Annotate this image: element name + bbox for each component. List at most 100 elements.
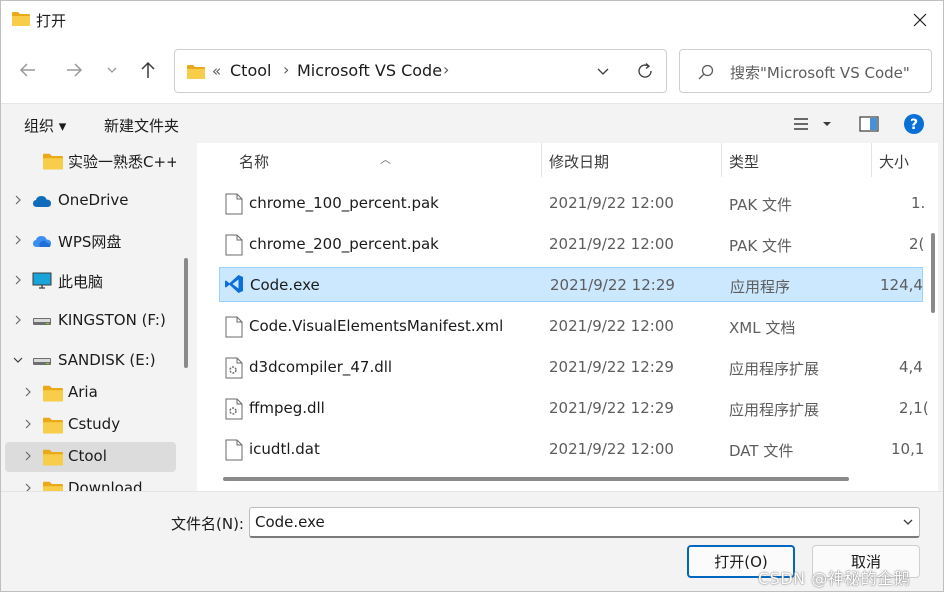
file-name: chrome_100_percent.pak <box>249 194 439 212</box>
help-icon: ? <box>904 114 924 134</box>
nav-item-experiment[interactable]: 实验一熟悉C++编程环境 <box>5 146 176 176</box>
file-size: 124,4 <box>880 276 923 294</box>
nav-item-ctool[interactable]: Ctool <box>5 442 176 472</box>
nav-scrollbar[interactable] <box>184 258 188 368</box>
file-type: 应用程序 <box>730 278 791 296</box>
file-type: PAK 文件 <box>729 237 792 255</box>
breadcrumb-ctool[interactable]: Ctool <box>230 61 271 80</box>
nav-item-onedrive[interactable]: OneDrive <box>5 186 176 216</box>
file-row[interactable]: ffmpeg.dll 2021/9/22 12:29 应用程序扩展 2,1( <box>219 391 929 426</box>
nav-item-this-pc[interactable]: 此电脑 <box>5 266 176 296</box>
file-row[interactable]: chrome_200_percent.pak 2021/9/22 12:00 P… <box>219 227 925 262</box>
close-icon <box>913 13 927 27</box>
dialog-footer: 文件名(N): 打开(O) 取消 CSDN @神秘的企鹅 <box>1 491 943 591</box>
file-list: 名称 ︿ 修改日期 类型 大小 chrome_100_percent.pak 2… <box>197 143 938 491</box>
nav-label: WPS网盘 <box>58 233 122 251</box>
address-history-dropdown[interactable] <box>591 61 615 81</box>
breadcrumb-vscode[interactable]: Microsoft VS Code <box>297 61 442 80</box>
computer-icon <box>32 272 52 289</box>
file-name: Code.exe <box>250 276 320 294</box>
cloud-icon <box>33 196 51 207</box>
file-type: 应用程序扩展 <box>729 360 820 378</box>
sort-ascending-icon: ︿ <box>380 153 391 166</box>
chevron-down-icon[interactable] <box>11 353 25 367</box>
refresh-button[interactable] <box>633 59 657 83</box>
nav-item-aria[interactable]: Aria <box>5 378 176 408</box>
file-date: 2021/9/22 12:00 <box>549 440 674 458</box>
search-box[interactable]: 搜索"Microsoft VS Code" <box>679 49 932 93</box>
file-list-vertical-scrollbar[interactable] <box>931 233 935 313</box>
organize-menu[interactable]: 组织 ▾ <box>24 115 66 136</box>
file-size: 2( <box>909 235 925 253</box>
chevron-right-icon[interactable] <box>11 193 25 207</box>
column-header-name[interactable]: 名称 ︿ <box>197 143 541 177</box>
column-header-size[interactable]: 大小 <box>872 143 938 177</box>
drive-icon <box>33 358 51 365</box>
arrow-right-icon <box>67 63 83 77</box>
file-row[interactable]: d3dcompiler_47.dll 2021/9/22 12:29 应用程序扩… <box>219 350 923 385</box>
nav-item-download[interactable]: Download <box>5 474 176 491</box>
view-dropdown[interactable] <box>815 113 839 135</box>
chevron-right-icon[interactable] <box>21 481 35 491</box>
nav-item-sandisk[interactable]: SANDISK (E:) <box>5 346 176 376</box>
filename-input[interactable] <box>249 507 920 538</box>
breadcrumb-separator[interactable]: › <box>283 60 289 79</box>
nav-label: 此电脑 <box>58 273 104 291</box>
chevron-right-icon[interactable] <box>11 313 25 327</box>
vscode-icon <box>225 275 243 293</box>
list-view-icon <box>794 118 808 130</box>
folder-icon <box>43 385 63 402</box>
back-button[interactable] <box>16 58 40 82</box>
breadcrumb-overflow[interactable]: « <box>212 62 221 80</box>
file-list-horizontal-scrollbar[interactable] <box>223 477 849 481</box>
folder-icon <box>43 153 63 170</box>
nav-label: KINGSTON (F:) <box>58 311 166 329</box>
nav-item-cstudy[interactable]: Cstudy <box>5 410 176 440</box>
nav-item-wps[interactable]: WPS网盘 <box>5 226 176 256</box>
file-date: 2021/9/22 12:29 <box>550 276 675 294</box>
address-bar[interactable]: « Ctool › Microsoft VS Code › <box>174 49 667 93</box>
file-name: ffmpeg.dll <box>249 399 325 417</box>
column-header-type[interactable]: 类型 <box>722 143 871 177</box>
close-button[interactable] <box>897 1 943 39</box>
address-row: « Ctool › Microsoft VS Code › 搜索"Microso… <box>1 39 943 103</box>
breadcrumb-separator[interactable]: › <box>443 60 449 79</box>
preview-pane-button[interactable] <box>857 113 881 135</box>
chevron-right-icon[interactable] <box>11 233 25 247</box>
view-options-button[interactable] <box>789 113 813 135</box>
file-size: 4,4 <box>899 358 923 376</box>
chevron-right-icon[interactable] <box>21 385 35 399</box>
search-placeholder: 搜索"Microsoft VS Code" <box>730 64 910 82</box>
chevron-right-icon[interactable] <box>11 273 25 287</box>
nav-item-kingston[interactable]: KINGSTON (F:) <box>5 306 176 336</box>
column-header-date[interactable]: 修改日期 <box>542 143 721 177</box>
command-bar: 组织 ▾ 新建文件夹 ? <box>1 103 943 143</box>
forward-button[interactable] <box>62 58 86 82</box>
nav-label: Aria <box>68 383 98 401</box>
file-row-selected[interactable]: Code.exe 2021/9/22 12:29 应用程序 124,4 <box>219 267 923 302</box>
folder-icon <box>12 12 30 26</box>
chevron-down-icon <box>597 68 609 75</box>
chevron-right-icon[interactable] <box>21 449 35 463</box>
chevron-right-icon[interactable] <box>21 417 35 431</box>
file-icon <box>225 439 243 461</box>
file-row[interactable]: chrome_100_percent.pak 2021/9/22 12:00 P… <box>219 186 925 221</box>
preview-pane-icon <box>859 116 879 132</box>
chevron-down-icon <box>107 67 117 73</box>
file-size: 2,1( <box>899 399 929 417</box>
recent-locations-button[interactable] <box>100 58 124 82</box>
file-name: d3dcompiler_47.dll <box>249 358 393 376</box>
file-date: 2021/9/22 12:00 <box>549 317 674 335</box>
file-row[interactable]: icudtl.dat 2021/9/22 12:00 DAT 文件 10,1 <box>219 432 924 467</box>
nav-label: Ctool <box>68 447 107 465</box>
chevron-down-icon <box>903 519 913 525</box>
up-button[interactable] <box>136 58 160 82</box>
file-type: DAT 文件 <box>729 442 794 460</box>
folder-icon <box>43 417 63 434</box>
filename-dropdown[interactable] <box>901 515 915 529</box>
file-type: PAK 文件 <box>729 196 792 214</box>
new-folder-button[interactable]: 新建文件夹 <box>104 115 179 136</box>
nav-label: Cstudy <box>68 415 121 433</box>
help-button[interactable]: ? <box>902 113 926 135</box>
file-row[interactable]: Code.VisualElementsManifest.xml 2021/9/2… <box>219 309 923 344</box>
